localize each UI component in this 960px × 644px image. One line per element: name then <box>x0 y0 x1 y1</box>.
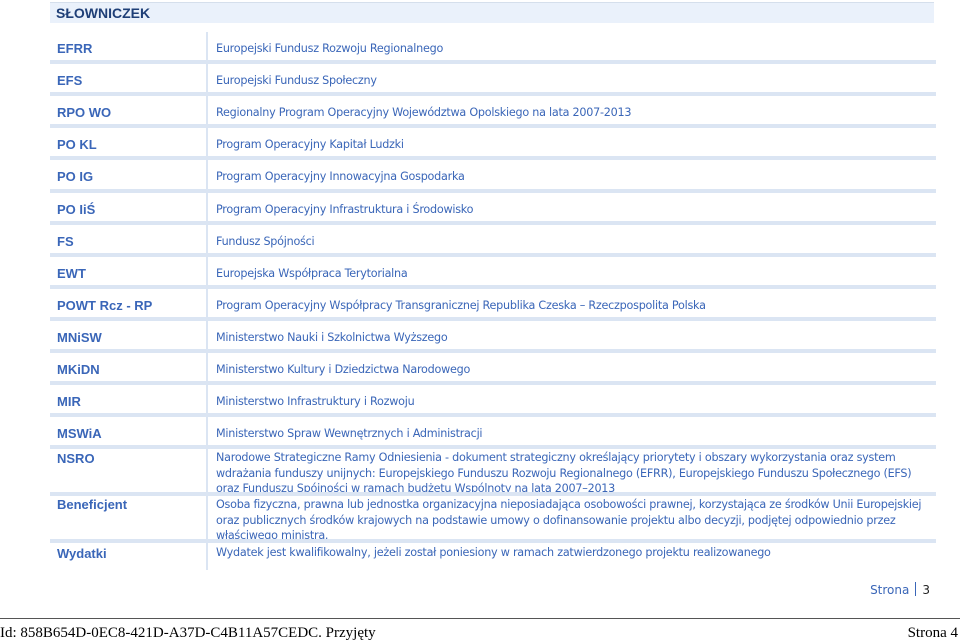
glossary-abbreviation: FS <box>57 234 74 249</box>
glossary-abbreviation: EFRR <box>57 41 93 56</box>
glossary-row: PO IiŚ Program Operacyjny Infrastruktura … <box>50 193 936 225</box>
glossary-row: PO IG Program Operacyjny Innowacyjna Gosp… <box>50 160 936 193</box>
glossary-row: FS Fundusz Spójności <box>50 225 936 257</box>
glossary-definition: Europejski Fundusz Rozwoju Regionalnego <box>216 42 444 55</box>
glossary-definition: Wydatek jest kwalifikowalny, jeżeli zost… <box>216 546 771 559</box>
glossary-definition: Program Operacyjny Kapitał Ludzki <box>216 138 404 151</box>
glossary-row: EWT Europejska Współpraca Terytorialna <box>50 257 936 289</box>
glossary-row: MNiSW Ministerstwo Nauki i Szkolnictwa Wy… <box>50 321 936 353</box>
section-title-bar: SŁOWNICZEK <box>50 2 934 23</box>
glossary-abbreviation: PO IG <box>57 169 94 184</box>
glossary-abbreviation: MIR <box>57 394 81 409</box>
glossary-definition: Program Operacyjny Współpracy Transgrani… <box>216 299 706 312</box>
glossary-abbreviation: POWT Rcz - RP <box>57 298 153 313</box>
page-indicator: Strona 3 <box>870 582 930 597</box>
glossary-definition: Ministerstwo Nauki i Szkolnictwa Wyższeg… <box>216 331 448 344</box>
glossary-abbreviation: EFS <box>57 73 83 88</box>
glossary-abbreviation: Wydatki <box>57 546 107 561</box>
glossary-definition: Europejski Fundusz Społeczny <box>216 74 377 87</box>
glossary-definition: Osoba fizyczna, prawna lub jednostka org… <box>216 498 922 542</box>
footer-page: Strona 4 <box>907 625 958 641</box>
glossary-row: Wydatki Wydatek jest kwalifikowalny, jeże… <box>50 543 936 563</box>
glossary-definition: Ministerstwo Spraw Wewnętrznych i Admini… <box>216 427 483 440</box>
glossary-definition: Regionalny Program Operacyjny Województw… <box>216 106 632 119</box>
glossary-definition: Program Operacyjny Innowacyjna Gospodark… <box>216 170 465 183</box>
glossary-definition: Fundusz Spójności <box>216 235 315 248</box>
glossary-definition: Ministerstwo Kultury i Dziedzictwa Narod… <box>216 363 471 376</box>
glossary-table: EFRR Europejski Fundusz Rozwoju Regionaln… <box>50 32 936 563</box>
glossary-abbreviation: Beneficjent <box>57 497 128 512</box>
page-separator <box>915 582 917 596</box>
page-label: Strona <box>870 583 910 597</box>
glossary-row: MSWiA Ministerstwo Spraw Wewnętrznych i A… <box>50 417 936 449</box>
glossary-row: POWT Rcz - RP Program Operacyjny Współpra… <box>50 289 936 321</box>
glossary-row: Beneficjent Osoba fizyczna, prawna lub je… <box>50 496 936 543</box>
glossary-row: MIR Ministerstwo Infrastruktury i Rozwoju <box>50 385 936 417</box>
glossary-row: NSRO Narodowe Strategiczne Ramy Odniesien… <box>50 449 936 496</box>
glossary-row: MKiDN Ministerstwo Kultury i Dziedzictwa … <box>50 353 936 385</box>
glossary-abbreviation: PO IiŚ <box>57 202 96 217</box>
footer-document-id: Id: 858B654D-0EC8-421D-A37D-C4B11A57CEDC… <box>0 625 376 641</box>
page-number: 3 <box>922 583 930 597</box>
glossary-definition: Program Operacyjny Infrastruktura i Środ… <box>216 203 474 216</box>
glossary-abbreviation: NSRO <box>57 451 95 466</box>
glossary-definition: Europejska Współpraca Terytorialna <box>216 267 408 280</box>
glossary-abbreviation: PO KL <box>57 137 97 152</box>
footer-divider <box>0 618 960 619</box>
glossary-row: PO KL Program Operacyjny Kapitał Ludzki <box>50 128 936 160</box>
section-title: SŁOWNICZEK <box>56 5 151 21</box>
glossary-row: EFRR Europejski Fundusz Rozwoju Regionaln… <box>50 32 936 64</box>
glossary-abbreviation: MNiSW <box>57 330 102 345</box>
glossary-row: EFS Europejski Fundusz Społeczny <box>50 64 936 96</box>
glossary-abbreviation: EWT <box>57 266 86 281</box>
glossary-abbreviation: MKiDN <box>57 362 100 377</box>
glossary-abbreviation: RPO WO <box>57 105 112 120</box>
glossary-row: RPO WO Regionalny Program Operacyjny Woje… <box>50 96 936 128</box>
glossary-definition: Ministerstwo Infrastruktury i Rozwoju <box>216 395 415 408</box>
glossary-definition: Narodowe Strategiczne Ramy Odniesienia -… <box>216 451 912 495</box>
glossary-abbreviation: MSWiA <box>57 426 102 441</box>
